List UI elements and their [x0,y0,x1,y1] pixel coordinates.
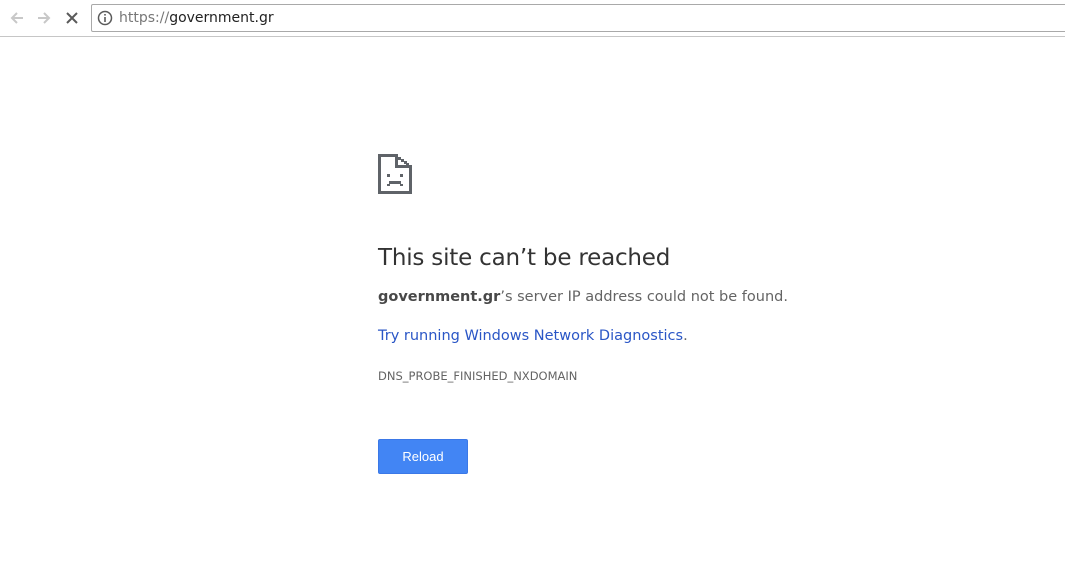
stop-button[interactable] [60,6,84,30]
error-summary-text: ’s server IP address could not be found. [500,289,788,305]
error-summary: government.gr’s server IP address could … [378,289,788,305]
diagnostics-line: Try running Windows Network Diagnostics. [378,328,688,344]
error-heading: This site can’t be reached [378,245,671,271]
url-scheme: https:// [119,10,170,26]
browser-toolbar: https://government.gr [0,0,1065,37]
close-icon [66,12,78,24]
url-text[interactable]: https://government.gr [119,10,274,27]
sad-document-icon [378,154,412,194]
url-host: government.gr [169,10,274,26]
info-icon[interactable] [97,10,113,26]
arrow-left-icon [10,12,23,24]
error-code: DNS_PROBE_FINISHED_NXDOMAIN [378,369,578,383]
back-button[interactable] [5,6,29,30]
network-diagnostics-link[interactable]: Try running Windows Network Diagnostics [378,328,683,344]
arrow-right-icon [38,12,51,24]
forward-button[interactable] [32,6,56,30]
error-domain: government.gr [378,289,501,305]
reload-button[interactable]: Reload [378,439,468,474]
diagnostics-suffix: . [683,328,688,344]
address-bar[interactable]: https://government.gr [91,4,1065,32]
